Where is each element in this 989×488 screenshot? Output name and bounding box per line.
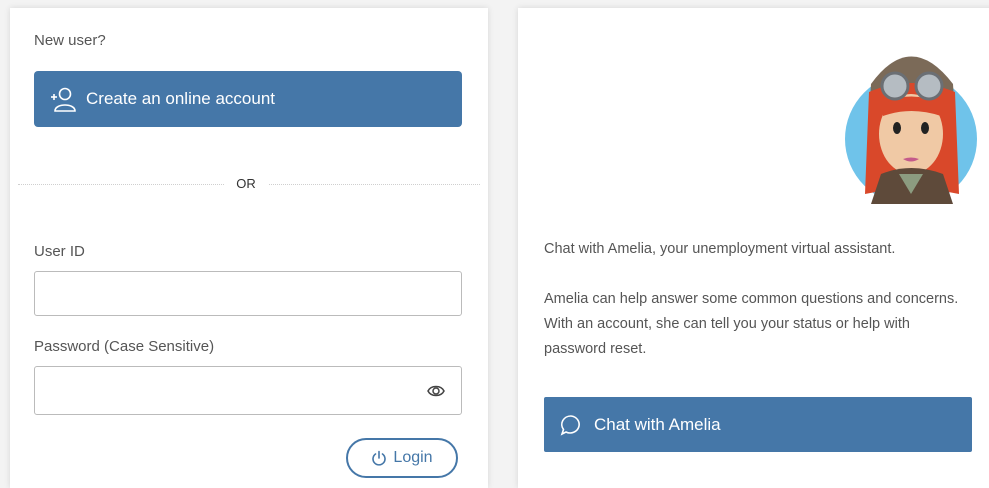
chat-bubble-icon (560, 413, 584, 437)
user-id-input[interactable] (34, 271, 462, 316)
chat-intro-text: Chat with Amelia, your unemployment virt… (544, 241, 896, 257)
login-label: Login (393, 449, 433, 466)
amelia-avatar (845, 56, 977, 204)
chat-with-amelia-button[interactable]: Chat with Amelia (544, 397, 972, 452)
eye-icon[interactable] (427, 382, 445, 400)
add-user-icon (50, 84, 76, 114)
user-id-label: User ID (34, 243, 85, 260)
password-label: Password (Case Sensitive) (34, 338, 215, 355)
password-input[interactable] (34, 366, 462, 415)
login-button[interactable]: Login (346, 438, 458, 478)
chat-description-text: Amelia can help answer some common quest… (544, 291, 959, 357)
power-icon (371, 450, 387, 466)
chat-panel: Chat with Amelia, your unemployment virt… (518, 8, 989, 488)
or-text: OR (224, 176, 268, 191)
new-user-text: New user? (34, 32, 106, 49)
create-account-label: Create an online account (86, 89, 276, 108)
login-panel: New user? Create an online account OR Us… (10, 8, 488, 488)
chat-button-label: Chat with Amelia (594, 414, 721, 434)
create-account-button[interactable]: Create an online account (34, 71, 462, 127)
